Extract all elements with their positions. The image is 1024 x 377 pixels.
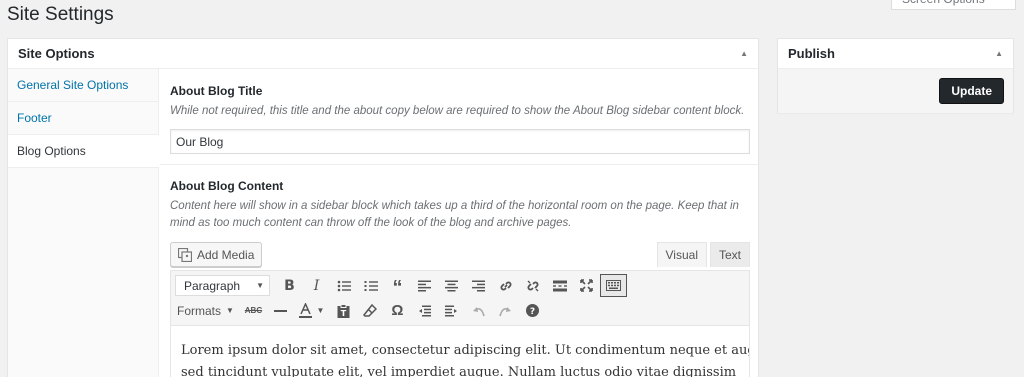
paste-as-text-icon[interactable]: T bbox=[330, 299, 357, 322]
collapse-arrow-icon[interactable]: ▲ bbox=[740, 49, 748, 58]
svg-text:T: T bbox=[341, 309, 347, 318]
remove-link-icon[interactable] bbox=[519, 274, 546, 297]
horizontal-line-icon[interactable] bbox=[267, 299, 294, 322]
paragraph-format-value: Paragraph bbox=[184, 278, 241, 293]
screen-options-button[interactable]: Screen Options bbox=[891, 0, 1016, 10]
toolbar-row-1: Paragraph ▼ B I “ bbox=[175, 273, 745, 299]
formats-dropdown[interactable]: Formats ▼ bbox=[175, 299, 240, 322]
site-options-title: Site Options bbox=[18, 46, 95, 61]
toolbar-row-2: Formats ▼ ABC ▼ T Ω ? bbox=[175, 298, 745, 323]
chevron-down-icon: ▼ bbox=[226, 306, 234, 315]
about-blog-content-label: About Blog Content bbox=[170, 179, 284, 193]
redo-icon[interactable] bbox=[492, 299, 519, 322]
add-media-button[interactable]: Add Media bbox=[170, 242, 263, 267]
sidebar-item-general-site-options[interactable]: General Site Options bbox=[8, 69, 158, 102]
italic-icon[interactable]: I bbox=[303, 274, 330, 297]
help-icon[interactable]: ? bbox=[519, 299, 546, 322]
add-media-label: Add Media bbox=[197, 247, 255, 262]
strikethrough-icon[interactable]: ABC bbox=[240, 299, 267, 322]
read-more-icon[interactable] bbox=[546, 274, 573, 297]
site-options-box: Site Options ▲ General Site Options Foot… bbox=[7, 38, 759, 377]
align-left-icon[interactable] bbox=[411, 274, 438, 297]
editor-tabs: Visual Text bbox=[656, 242, 750, 267]
publish-title: Publish bbox=[788, 46, 835, 61]
about-blog-title-input[interactable] bbox=[170, 129, 750, 154]
site-options-header[interactable]: Site Options ▲ bbox=[8, 39, 758, 69]
svg-text:?: ? bbox=[530, 307, 535, 317]
clear-formatting-icon[interactable] bbox=[357, 299, 384, 322]
about-blog-title-description: While not required, this title and the a… bbox=[170, 105, 745, 117]
editor-text-line-2: sed tincidunt vulputate elit, vel imperd… bbox=[181, 365, 737, 377]
update-button[interactable]: Update bbox=[939, 78, 1004, 104]
chevron-down-icon: ▼ bbox=[316, 306, 325, 315]
options-sidebar: General Site Options Footer Blog Options bbox=[8, 69, 159, 377]
publish-box: Publish ▲ Update bbox=[777, 38, 1014, 113]
bold-icon[interactable]: B bbox=[276, 274, 303, 297]
tab-visual[interactable]: Visual bbox=[656, 242, 707, 267]
bulleted-list-icon[interactable] bbox=[330, 274, 357, 297]
align-right-icon[interactable] bbox=[465, 274, 492, 297]
sidebar-item-blog-options[interactable]: Blog Options bbox=[8, 135, 159, 168]
editor-top-row: Add Media Visual Text bbox=[170, 238, 750, 267]
about-blog-content-field: About Blog Content Content here will sho… bbox=[160, 165, 758, 377]
align-center-icon[interactable] bbox=[438, 274, 465, 297]
numbered-list-icon[interactable] bbox=[357, 274, 384, 297]
special-character-icon[interactable]: Ω bbox=[384, 299, 411, 322]
decrease-indent-icon[interactable] bbox=[411, 299, 438, 322]
editor-toolbar: Paragraph ▼ B I “ Formats ▼ ABC ▼ T Ω ? bbox=[171, 271, 749, 326]
about-blog-title-label: About Blog Title bbox=[170, 84, 263, 98]
editor-text-line-1: Lorem ipsum dolor sit amet, consectetur … bbox=[181, 343, 749, 358]
toolbar-toggle-keyboard-icon[interactable] bbox=[600, 274, 627, 297]
publish-header[interactable]: Publish ▲ bbox=[778, 39, 1013, 69]
media-icon bbox=[178, 247, 192, 262]
blockquote-icon[interactable]: “ bbox=[384, 274, 411, 299]
text-color-icon[interactable]: ▼ bbox=[294, 299, 330, 322]
editor-content[interactable]: Lorem ipsum dolor sit amet, consectetur … bbox=[171, 326, 749, 377]
formats-label: Formats bbox=[177, 303, 222, 318]
increase-indent-icon[interactable] bbox=[438, 299, 465, 322]
page-title: Site Settings bbox=[7, 4, 114, 25]
chevron-down-icon: ▼ bbox=[256, 281, 264, 290]
tab-text[interactable]: Text bbox=[709, 242, 750, 267]
about-blog-content-description: Content here will show in a sidebar bloc… bbox=[170, 200, 739, 229]
publish-actions: Update bbox=[778, 69, 1013, 113]
collapse-arrow-icon[interactable]: ▲ bbox=[995, 49, 1003, 58]
blog-options-panel: About Blog Title While not required, thi… bbox=[160, 69, 758, 377]
about-blog-title-field: About Blog Title While not required, thi… bbox=[160, 69, 758, 165]
undo-icon[interactable] bbox=[465, 299, 492, 322]
sidebar-item-footer[interactable]: Footer bbox=[8, 102, 158, 135]
wysiwyg-editor: Paragraph ▼ B I “ Formats ▼ ABC ▼ T Ω ? … bbox=[170, 270, 750, 377]
fullscreen-icon[interactable] bbox=[573, 274, 600, 297]
insert-link-icon[interactable] bbox=[492, 274, 519, 297]
paragraph-format-select[interactable]: Paragraph ▼ bbox=[175, 275, 270, 296]
